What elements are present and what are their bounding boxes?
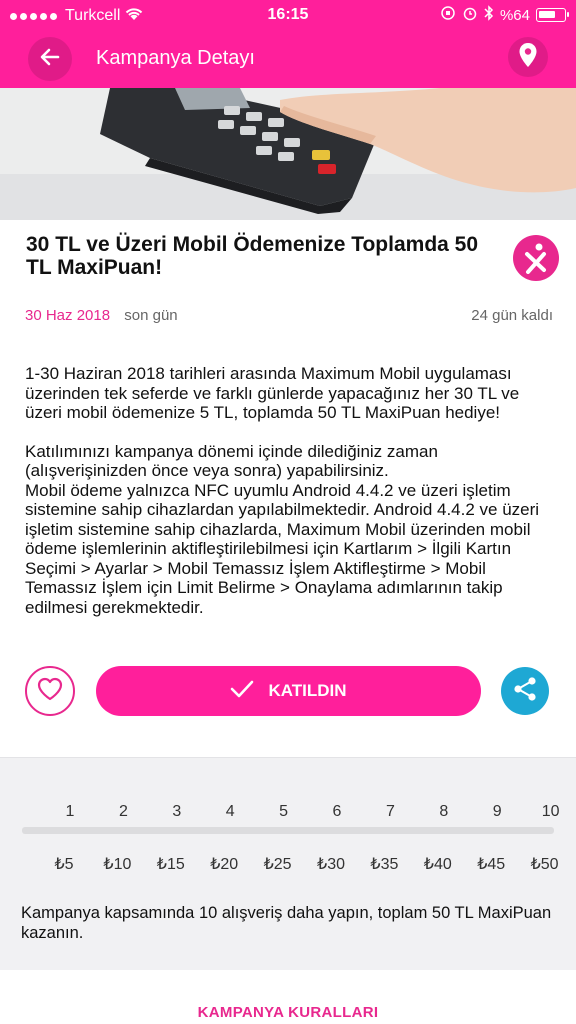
progress-step-number: 8	[439, 803, 449, 820]
location-pin-icon	[518, 42, 538, 73]
campaign-dates: 30 Haz 2018 son gün 24 gün kaldı	[25, 307, 553, 324]
battery-icon	[536, 8, 569, 22]
end-label: son gün	[124, 307, 178, 324]
campaign-description: 1-30 Haziran 2018 tarihleri arasında Max…	[25, 364, 555, 636]
progress-step-number: 1	[65, 803, 75, 820]
join-button[interactable]: KATILDIN	[96, 666, 481, 716]
progress-step-number: 4	[225, 803, 235, 820]
progress-step-amount: ₺30	[317, 856, 345, 873]
progress-step-number: 5	[279, 803, 289, 820]
progress-step-amount: ₺40	[423, 856, 452, 873]
battery-percent: %64	[499, 6, 530, 24]
arrow-left-icon	[38, 45, 62, 74]
progress-track	[22, 827, 554, 834]
progress-step-amount: ₺10	[103, 856, 132, 873]
progress-step-number: 7	[385, 803, 395, 820]
share-icon	[512, 676, 538, 707]
progress-step-number: 6	[332, 803, 342, 820]
progress-step-amount: ₺35	[370, 856, 399, 873]
campaign-title: 30 TL ve Üzeri Mobil Ödemenize Toplamda …	[26, 233, 479, 279]
description-paragraph: 1-30 Haziran 2018 tarihleri arasında Max…	[25, 364, 520, 422]
progress-message: Kampanya kapsamında 10 alışveriş daha ya…	[21, 904, 552, 942]
progress-step-amount: ₺5	[54, 856, 74, 873]
progress-step-amount: ₺25	[263, 856, 292, 873]
days-left: 24 gün kaldı	[471, 307, 553, 324]
bluetooth-icon	[484, 5, 494, 25]
orientation-lock-icon	[440, 5, 456, 25]
app-header: Turkcell 16:15 %64 Kampanya Detayı	[0, 0, 576, 88]
progress-step-number: 2	[118, 803, 128, 820]
progress-step-amount: ₺15	[156, 856, 185, 873]
progress-step-number: 10	[541, 803, 560, 820]
status-bar: Turkcell 16:15 %64	[0, 0, 576, 30]
purchase-progress: 1 2 3 4 5 6 7 8 9 10 ₺5 ₺10 ₺15 ₺20 ₺25 ₺30 ₺35 ₺40 ₺45 ₺5…	[0, 757, 576, 970]
heart-icon	[37, 677, 63, 706]
join-label: KATILDIN	[268, 681, 347, 700]
campaign-rules-link[interactable]: KAMPANYA KURALLARI	[0, 1004, 576, 1021]
page-title: Kampanya Detayı	[96, 47, 255, 69]
progress-step-number: 3	[172, 803, 182, 820]
maximum-logo-icon	[513, 235, 559, 281]
share-button[interactable]	[501, 667, 549, 715]
campaign-banner-image	[0, 88, 576, 220]
progress-step-amount: ₺50	[530, 856, 559, 873]
favorite-button[interactable]	[25, 666, 75, 716]
checkmark-icon	[230, 680, 254, 703]
progress-step-amount: ₺20	[210, 856, 239, 873]
location-button[interactable]	[508, 37, 548, 77]
progress-step-number: 9	[492, 803, 502, 820]
alarm-icon	[462, 5, 478, 25]
progress-step-amount: ₺45	[477, 856, 506, 873]
back-button[interactable]	[28, 37, 72, 81]
description-paragraph: Katılımınızı kampanya dönemi içinde dile…	[25, 441, 540, 617]
end-date: 30 Haz 2018	[25, 307, 111, 324]
